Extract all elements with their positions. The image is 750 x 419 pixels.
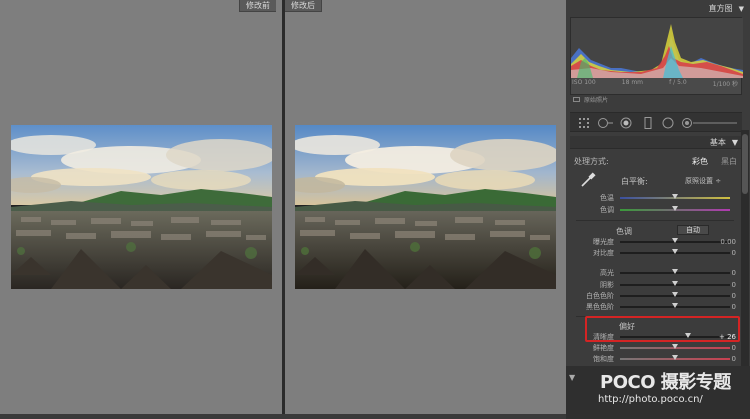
treatment-label: 处理方式: [574, 157, 609, 166]
whites-slider[interactable]: 白色色阶 0 [566, 291, 742, 301]
watermark-brand: POCO 摄影专题 [600, 372, 731, 393]
blacks-knob[interactable] [672, 303, 678, 308]
compare-view: 修改前 修改后 [0, 0, 566, 419]
tint-slider[interactable]: 色调 [566, 205, 742, 215]
tint-track[interactable] [620, 206, 730, 211]
temp-track[interactable] [620, 194, 730, 199]
blacks-slider[interactable]: 黑色色阶 0 [566, 302, 742, 312]
tint-label: 色调 [600, 206, 614, 214]
focal-stat: 18 mm [621, 79, 644, 86]
collapse-triangle-icon: ▼ [738, 5, 744, 13]
white-balance-label: 白平衡: [621, 177, 648, 186]
vibrance-label: 鲜艳度 [593, 344, 614, 352]
vibrance-knob[interactable] [672, 344, 678, 349]
watermark-url: http://photo.poco.cn/ [598, 394, 703, 405]
before-photo[interactable] [11, 125, 272, 289]
saturation-knob[interactable] [672, 355, 678, 360]
after-photo[interactable] [295, 125, 556, 289]
highlights-knob[interactable] [672, 269, 678, 274]
saturation-slider[interactable]: 饱和度 0 [566, 354, 742, 364]
temp-slider[interactable]: 色温 [566, 193, 742, 203]
contrast-slider[interactable]: 对比度 0 [566, 248, 742, 258]
shutter-stat: 1/100 秒 [712, 81, 738, 88]
before-label: 修改前 [239, 0, 276, 12]
eyedropper-icon[interactable] [580, 172, 596, 188]
radial-filter-icon[interactable] [662, 117, 674, 129]
exposure-label: 曝光度 [593, 238, 614, 246]
whites-value[interactable]: 0 [708, 291, 736, 301]
tone-label: 色调 [616, 227, 632, 236]
basic-title: 基本 [709, 138, 726, 147]
saturation-value[interactable]: 0 [708, 354, 736, 364]
shadows-label: 阴影 [600, 281, 614, 289]
contrast-knob[interactable] [672, 249, 678, 254]
original-photo-label: 原始照片 [584, 97, 609, 104]
histogram-title: 直方图 [708, 4, 733, 13]
treatment-color-option[interactable]: 彩色 [692, 156, 708, 167]
graduated-filter-icon[interactable] [642, 117, 654, 129]
vibrance-value[interactable]: 0 [708, 343, 736, 353]
collapse-triangle-icon: ▼ [731, 138, 738, 147]
shadows-value[interactable]: 0 [708, 280, 736, 290]
after-label: 修改后 [285, 0, 322, 12]
whites-knob[interactable] [672, 292, 678, 297]
highlights-value[interactable]: 0 [708, 268, 736, 278]
tool-strip [570, 112, 742, 132]
whites-label: 白色色阶 [586, 292, 614, 300]
spot-removal-icon[interactable] [596, 117, 614, 129]
blacks-value[interactable]: 0 [708, 302, 736, 312]
exposure-knob[interactable] [672, 238, 678, 243]
exposure-value[interactable]: 0.00 [708, 237, 736, 247]
redeye-icon[interactable] [620, 117, 632, 129]
aperture-stat: f / 5.0 [669, 79, 687, 86]
adjustment-brush-icon[interactable] [682, 117, 738, 129]
histogram-header[interactable]: 直方图 ▼ [572, 2, 744, 15]
white-balance-select[interactable]: 原照设置 ÷ [685, 176, 721, 186]
histogram-stats: ISO 100 18 mm f / 5.0 1/100 秒 [572, 79, 738, 88]
after-pane: 修改后 [285, 0, 566, 419]
shadows-slider[interactable]: 阴影 0 [566, 280, 742, 290]
crop-grid-icon[interactable] [578, 117, 590, 129]
contrast-label: 对比度 [593, 249, 614, 257]
before-pane: 修改前 [0, 0, 282, 419]
contrast-value[interactable]: 0 [708, 248, 736, 258]
filmstrip-edge [0, 414, 566, 419]
panel-scrollbar[interactable] [741, 130, 749, 370]
highlights-label: 高光 [600, 269, 614, 277]
exposure-slider[interactable]: 曝光度 0.00 [566, 237, 742, 247]
photo-frame-icon [573, 97, 580, 102]
develop-panel: 直方图 ▼ ISO 100 18 mm f / 5.0 1/100 秒 原始照片 … [566, 0, 750, 419]
tint-knob[interactable] [672, 206, 678, 211]
vibrance-slider[interactable]: 鲜艳度 0 [566, 343, 742, 353]
basic-header[interactable]: 基本 ▼ [570, 136, 742, 149]
temp-label: 色温 [600, 194, 614, 202]
auto-tone-button[interactable]: 自动 [677, 225, 709, 235]
scrollbar-thumb[interactable] [742, 134, 748, 194]
temp-knob[interactable] [672, 194, 678, 199]
blacks-label: 黑色色阶 [586, 303, 614, 311]
divider [576, 220, 734, 221]
collapse-triangle-icon[interactable]: ▼ [569, 373, 575, 382]
original-photo-toggle[interactable]: 原始照片 [573, 95, 608, 104]
treatment-bw-option[interactable]: 黑白 [721, 156, 737, 167]
clarity-highlight-annotation [585, 316, 740, 342]
iso-stat: ISO 100 [572, 79, 596, 86]
shadows-knob[interactable] [672, 281, 678, 286]
saturation-label: 饱和度 [593, 355, 614, 363]
highlights-slider[interactable]: 高光 0 [566, 268, 742, 278]
